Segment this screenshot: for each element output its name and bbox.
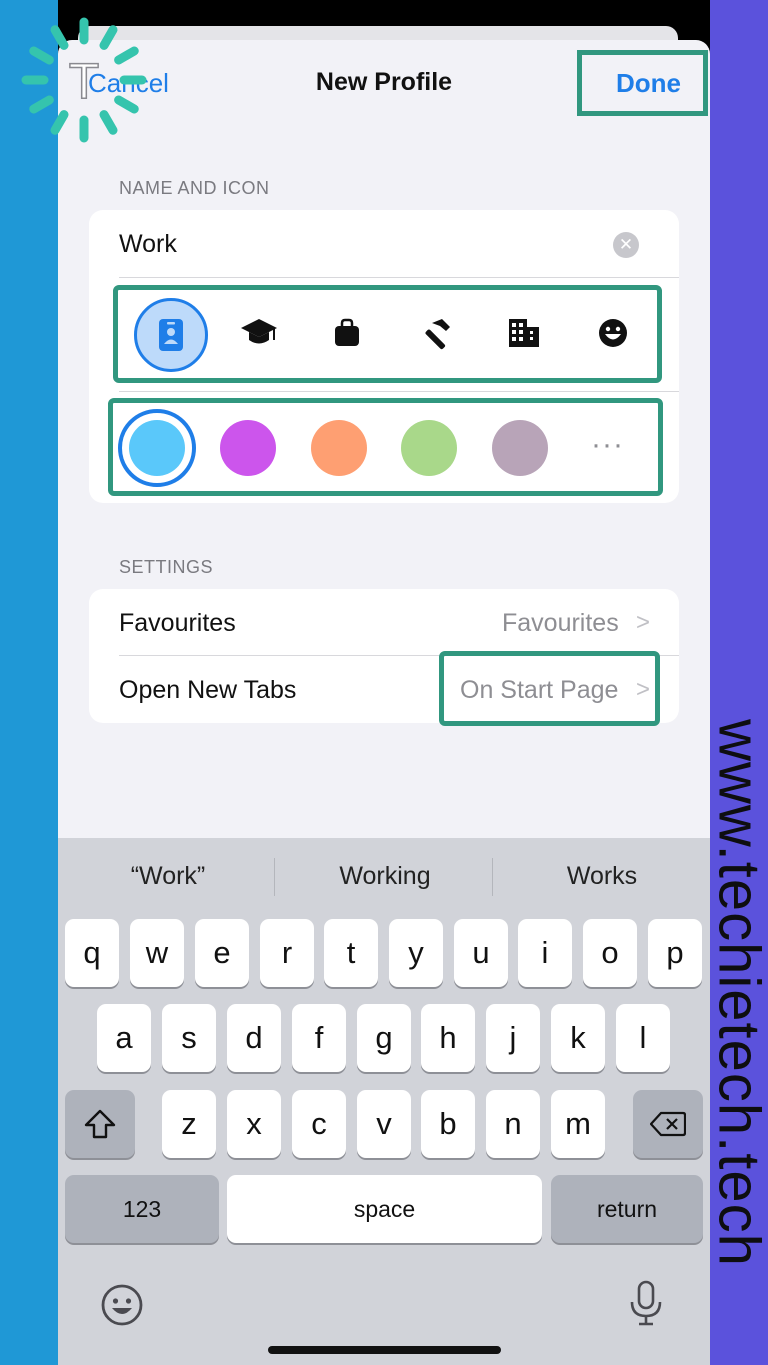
favourites-row-value[interactable]: Favourites	[502, 609, 619, 638]
open-new-tabs-row-label[interactable]: Open New Tabs	[119, 676, 296, 705]
chevron-right-icon: >	[636, 609, 651, 636]
name-icon-section-header: NAME AND ICON	[119, 178, 270, 198]
key-o[interactable]: o	[583, 919, 637, 987]
profile-name-field[interactable]: Work	[119, 230, 177, 259]
key-c[interactable]: c	[292, 1090, 346, 1158]
favourites-row-label[interactable]: Favourites	[119, 609, 236, 638]
key-s[interactable]: s	[162, 1004, 216, 1072]
emoji-icon[interactable]	[100, 1283, 144, 1332]
numbers-key[interactable]: 123	[65, 1175, 219, 1243]
suggestion-works[interactable]: Works	[502, 862, 702, 891]
key-l[interactable]: l	[616, 1004, 670, 1072]
key-q[interactable]: q	[65, 919, 119, 987]
key-j[interactable]: j	[486, 1004, 540, 1072]
key-n[interactable]: n	[486, 1090, 540, 1158]
key-i[interactable]: i	[518, 919, 572, 987]
phone-screen: Cancel New Profile Done NAME AND ICON Wo…	[58, 0, 710, 1365]
key-d[interactable]: d	[227, 1004, 281, 1072]
divider	[119, 277, 679, 278]
key-f[interactable]: f	[292, 1004, 346, 1072]
suggestion-divider	[274, 858, 275, 896]
clear-text-button[interactable]: ✕	[613, 232, 639, 258]
key-a[interactable]: a	[97, 1004, 151, 1072]
key-b[interactable]: b	[421, 1090, 475, 1158]
home-indicator	[268, 1346, 501, 1354]
shift-arrow-icon	[84, 1109, 116, 1139]
settings-section-header: SETTINGS	[119, 557, 214, 577]
backspace-icon	[650, 1111, 686, 1137]
done-highlight-box	[577, 50, 708, 116]
key-r[interactable]: r	[260, 919, 314, 987]
key-t[interactable]: t	[324, 919, 378, 987]
divider	[119, 391, 679, 392]
key-p[interactable]: p	[648, 919, 702, 987]
start-page-highlight-box	[439, 651, 660, 726]
return-key[interactable]: return	[551, 1175, 703, 1243]
suggestion-divider	[492, 858, 493, 896]
color-row-highlight-box	[108, 398, 663, 496]
key-e[interactable]: e	[195, 919, 249, 987]
key-h[interactable]: h	[421, 1004, 475, 1072]
delete-key[interactable]	[633, 1090, 703, 1158]
key-z[interactable]: z	[162, 1090, 216, 1158]
left-background	[0, 0, 58, 1365]
suggestion-working[interactable]: Working	[285, 862, 485, 891]
logo-letter: T	[69, 53, 100, 109]
key-w[interactable]: w	[130, 919, 184, 987]
key-y[interactable]: y	[389, 919, 443, 987]
key-v[interactable]: v	[357, 1090, 411, 1158]
suggestion-quoted-word[interactable]: “Work”	[68, 862, 268, 891]
space-key[interactable]: space	[227, 1175, 542, 1243]
key-x[interactable]: x	[227, 1090, 281, 1158]
key-g[interactable]: g	[357, 1004, 411, 1072]
shift-key[interactable]	[65, 1090, 135, 1158]
key-k[interactable]: k	[551, 1004, 605, 1072]
techietech-logo: T	[14, 10, 154, 150]
key-u[interactable]: u	[454, 919, 508, 987]
key-m[interactable]: m	[551, 1090, 605, 1158]
watermark-url: www.techietech.tech	[706, 719, 768, 1267]
icon-row-highlight-box	[113, 285, 662, 383]
microphone-icon[interactable]	[628, 1280, 664, 1333]
